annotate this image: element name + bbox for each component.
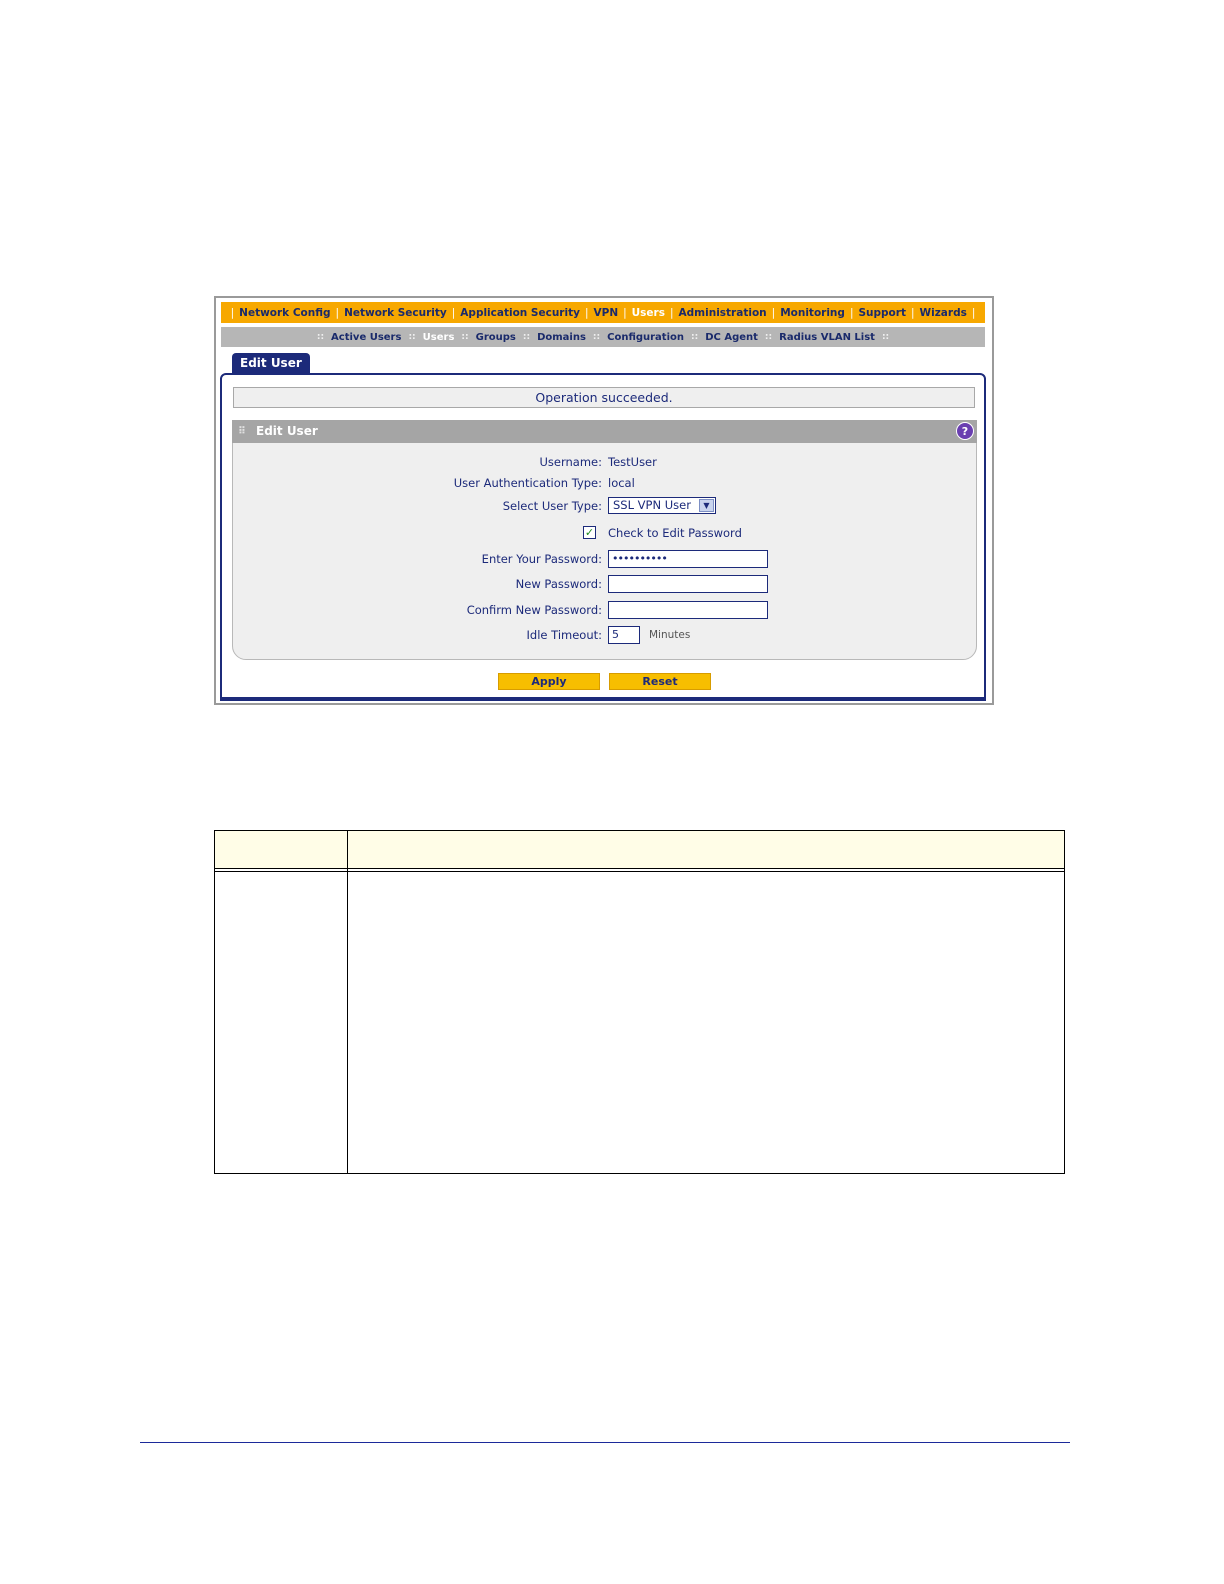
apply-button[interactable]: Apply (498, 673, 600, 690)
nav-separator: | (849, 306, 854, 319)
table-header-rule (215, 871, 1064, 872)
confirm-password-row: Confirm New Password: (233, 600, 978, 620)
table-header-row (215, 831, 1064, 869)
enter-password-row: Enter Your Password: •••••••••• (233, 549, 978, 569)
subnav-separator: :: (764, 332, 773, 342)
nav-item-network-security[interactable]: Network Security (344, 307, 447, 319)
parameter-table (214, 830, 1065, 1174)
nav-separator: | (451, 306, 456, 319)
subnav-item-active-users[interactable]: Active Users (331, 332, 401, 343)
subnav-item-domains[interactable]: Domains (537, 332, 586, 343)
nav-item-network-config[interactable]: Network Config (239, 307, 330, 319)
enter-password-label: Enter Your Password: (481, 552, 602, 566)
footer-rule (140, 1442, 1070, 1443)
auth-type-value: local (608, 476, 635, 490)
reset-button[interactable]: Reset (609, 673, 711, 690)
auth-type-row: User Authentication Type: local (233, 473, 978, 493)
new-password-field[interactable] (608, 575, 768, 593)
idle-timeout-row: Idle Timeout: 5 Minutes (233, 625, 978, 645)
user-type-label: Select User Type: (502, 499, 602, 513)
edit-password-row: ✓ Check to Edit Password (233, 523, 978, 543)
subnav-separator: :: (691, 332, 699, 342)
new-password-label: New Password: (515, 577, 602, 591)
question-icon[interactable]: ? (956, 422, 974, 440)
nav-item-support[interactable]: Support (858, 307, 905, 319)
nav-item-monitoring[interactable]: Monitoring (780, 307, 845, 319)
username-row: Username: TestUser (233, 452, 978, 472)
user-type-row: Select User Type: SSL VPN User ▼ (233, 496, 978, 516)
chevron-down-icon[interactable]: ▼ (699, 499, 714, 512)
edit-password-label: Check to Edit Password (608, 526, 742, 540)
edit-user-section: ⠿ Edit User ? Username: TestUser User Au… (232, 420, 977, 660)
subnav-item-users[interactable]: Users (423, 332, 455, 343)
subnav-separator: :: (408, 332, 416, 342)
status-message: Operation succeeded. (233, 387, 975, 408)
subnav-item-dc-agent[interactable]: DC Agent (705, 332, 758, 343)
user-type-select[interactable]: SSL VPN User ▼ (608, 497, 716, 514)
subnav-separator: :: (881, 332, 890, 342)
auth-type-label: User Authentication Type: (453, 476, 602, 490)
nav-separator: | (910, 306, 915, 319)
subnav-item-radius-vlan-list[interactable]: Radius VLAN List (779, 332, 875, 343)
nav-separator: | (771, 306, 776, 319)
username-value: TestUser (608, 455, 657, 469)
idle-timeout-units: Minutes (649, 629, 691, 641)
sub-navigation: :: Active Users :: Users :: Groups :: Do… (221, 327, 985, 347)
nav-separator: | (623, 306, 627, 319)
tab-edit-user[interactable]: Edit User (232, 353, 310, 374)
nav-item-application-security[interactable]: Application Security (460, 307, 580, 319)
enter-password-field[interactable]: •••••••••• (608, 550, 768, 568)
grip-icon: ⠿ (238, 426, 246, 437)
table-column-divider (347, 831, 348, 1173)
new-password-row: New Password: (233, 574, 978, 594)
subnav-item-configuration[interactable]: Configuration (607, 332, 684, 343)
idle-timeout-label: Idle Timeout: (526, 628, 602, 642)
subnav-separator: :: (592, 332, 601, 342)
nav-item-wizards[interactable]: Wizards (920, 307, 967, 319)
nav-separator: | (669, 306, 674, 319)
nav-separator: | (584, 306, 589, 319)
subnav-item-groups[interactable]: Groups (476, 332, 516, 343)
subnav-separator: :: (461, 332, 469, 342)
nav-item-vpn[interactable]: VPN (594, 307, 619, 319)
screenshot-frame: | Network Config | Network Security | Ap… (214, 296, 994, 705)
user-type-selected-value: SSL VPN User (613, 498, 691, 512)
username-label: Username: (539, 455, 603, 469)
confirm-password-label: Confirm New Password: (466, 603, 602, 617)
top-navigation: | Network Config | Network Security | Ap… (221, 302, 985, 323)
confirm-password-field[interactable] (608, 601, 768, 619)
idle-timeout-field[interactable]: 5 (608, 626, 640, 644)
nav-separator: | (335, 306, 340, 319)
nav-separator: | (230, 306, 235, 319)
subnav-separator: :: (522, 332, 531, 342)
edit-password-checkbox[interactable]: ✓ (583, 526, 596, 539)
content-frame: Operation succeeded. ⠿ Edit User ? Usern… (220, 373, 986, 701)
section-header: ⠿ Edit User ? (232, 420, 977, 443)
nav-item-users[interactable]: Users (632, 307, 665, 319)
section-title: Edit User (256, 424, 318, 438)
subnav-separator: :: (316, 332, 325, 342)
nav-separator: | (971, 306, 976, 319)
nav-item-administration[interactable]: Administration (679, 307, 767, 319)
